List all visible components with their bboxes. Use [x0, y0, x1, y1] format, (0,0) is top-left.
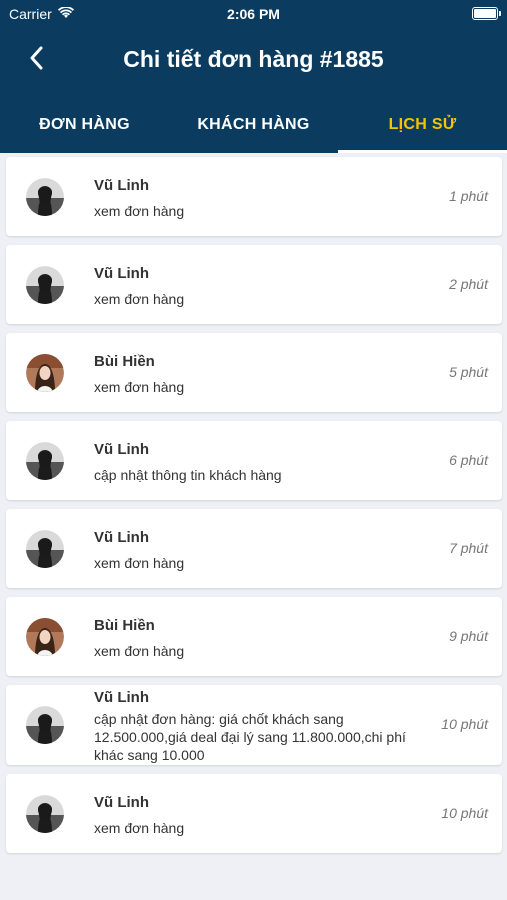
time-ago: 2 phút [449, 275, 488, 292]
history-item[interactable]: Bùi Hiền xem đơn hàng 5 phút [6, 333, 502, 412]
history-item[interactable]: Vũ Linh xem đơn hàng 7 phút [6, 509, 502, 588]
tab-bar: ĐƠN HÀNG KHÁCH HÀNG LỊCH SỬ [0, 96, 507, 153]
avatar [26, 706, 64, 744]
user-name: Bùi Hiền [94, 617, 155, 634]
action-text: xem đơn hàng [94, 203, 185, 219]
user-name: Bùi Hiền [94, 353, 155, 370]
history-item[interactable]: Vũ Linh cập nhật thông tin khách hàng 6 … [6, 421, 502, 500]
history-item[interactable]: Vũ Linh xem đơn hàng 2 phút [6, 245, 502, 324]
action-text: xem đơn hàng [94, 291, 185, 307]
avatar [26, 529, 64, 568]
time-ago: 6 phút [449, 451, 488, 468]
history-item[interactable]: Bùi Hiền xem đơn hàng 9 phút [6, 597, 502, 676]
history-item[interactable]: Vũ Linh xem đơn hàng 10 phút [6, 774, 502, 853]
action-text: xem đơn hàng [94, 820, 185, 836]
time-ago: 10 phút [441, 716, 488, 732]
time-ago: 7 phút [449, 539, 488, 556]
avatar [26, 794, 64, 833]
app-header: Carrier 2:06 PM Chi tiết đơn hàng #1885 … [0, 0, 507, 153]
avatar [26, 441, 64, 480]
page-title: Chi tiết đơn hàng #1885 [123, 46, 384, 72]
user-name: Vũ Linh [94, 265, 149, 282]
action-text: cập nhật thông tin khách hàng [94, 467, 282, 483]
action-text: xem đơn hàng [94, 643, 185, 659]
action-text: xem đơn hàng [94, 379, 185, 395]
action-text: cập nhật đơn hàng: giá chốt khách sang 1… [94, 711, 406, 763]
history-item[interactable]: Vũ Linh xem đơn hàng 1 phút [6, 157, 502, 236]
avatar [26, 617, 64, 656]
user-name: Vũ Linh [94, 441, 149, 458]
time-ago: 5 phút [449, 363, 488, 380]
status-bar: Carrier 2:06 PM [0, 0, 507, 28]
tab-customers[interactable]: KHÁCH HÀNG [169, 96, 338, 153]
history-list: Vũ Linh xem đơn hàng 1 phút Vũ Linh xem … [6, 157, 502, 862]
nav-bar: Chi tiết đơn hàng #1885 [0, 30, 507, 90]
tab-history[interactable]: LỊCH SỬ [338, 96, 507, 153]
user-name: Vũ Linh [94, 689, 149, 706]
avatar [26, 353, 64, 392]
time-ago: 9 phút [449, 627, 488, 644]
user-name: Vũ Linh [94, 529, 149, 546]
history-item[interactable]: Vũ Linh cập nhật đơn hàng: giá chốt khác… [6, 685, 502, 765]
time-ago: 10 phút [441, 804, 488, 821]
user-name: Vũ Linh [94, 794, 149, 811]
action-text: xem đơn hàng [94, 555, 185, 571]
avatar [26, 177, 64, 216]
user-name: Vũ Linh [94, 177, 149, 194]
avatar [26, 265, 64, 304]
status-time: 2:06 PM [227, 6, 280, 22]
battery-icon [472, 7, 501, 20]
tab-orders[interactable]: ĐƠN HÀNG [0, 96, 169, 153]
time-ago: 1 phút [449, 187, 488, 204]
